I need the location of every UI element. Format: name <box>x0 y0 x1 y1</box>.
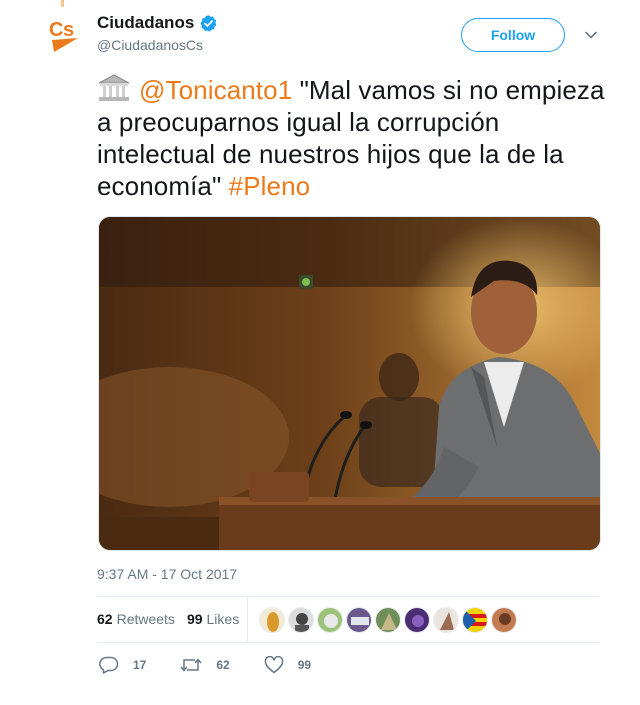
retweets-count: 62 <box>97 611 113 627</box>
user-identity[interactable]: Ciudadanos @CiudadanosCs <box>97 13 218 53</box>
classical-building-icon <box>98 74 130 101</box>
stats-separator <box>247 597 248 643</box>
retweet-icon <box>180 658 202 672</box>
thread-connector <box>61 0 64 7</box>
retweets-stat[interactable]: 62 Retweets <box>97 611 175 627</box>
tweet-stats: 62 Retweets 99 Likes <box>97 611 251 627</box>
liker-avatar[interactable] <box>259 607 285 633</box>
display-name[interactable]: Ciudadanos <box>97 13 194 33</box>
svg-text:s: s <box>63 19 74 41</box>
tweet-actions: 17 62 99 <box>99 656 345 674</box>
avatar[interactable]: C s <box>48 16 84 52</box>
chevron-down-icon[interactable] <box>584 28 598 42</box>
likes-stat[interactable]: 99 Likes <box>187 611 239 627</box>
parliament-speaker-photo-icon <box>99 217 600 550</box>
likes-count: 99 <box>186 611 203 627</box>
retweets-label: Retweets <box>116 611 175 627</box>
svg-text:C: C <box>49 19 63 41</box>
likes-label: Likes <box>206 611 240 627</box>
follow-button[interactable]: Follow <box>461 18 565 52</box>
like-button[interactable]: 99 <box>264 656 311 674</box>
tweet-timestamp[interactable]: 9:37 AM - 17 Oct 2017 <box>97 566 237 582</box>
reply-count: 17 <box>133 658 147 672</box>
hashtag-link[interactable]: #Pleno <box>229 171 311 201</box>
retweet-count: 62 <box>216 658 230 672</box>
liker-avatar[interactable] <box>346 607 372 633</box>
liker-avatar[interactable] <box>288 607 314 633</box>
liker-avatar[interactable] <box>491 607 517 633</box>
like-count: 99 <box>297 658 312 672</box>
liker-avatar[interactable] <box>404 607 430 633</box>
divider <box>97 642 600 643</box>
divider <box>97 596 600 597</box>
reply-icon <box>99 656 119 674</box>
tweet-photo[interactable] <box>98 216 601 551</box>
retweet-button[interactable]: 62 <box>180 656 230 674</box>
user-handle[interactable]: @CiudadanosCs <box>97 37 218 53</box>
liker-avatar[interactable] <box>433 607 459 633</box>
liker-avatar[interactable] <box>462 607 488 633</box>
heart-icon <box>264 656 283 674</box>
mention-link[interactable]: @Tonicanto1 <box>139 75 292 105</box>
reply-button[interactable]: 17 <box>99 656 146 674</box>
liker-avatar[interactable] <box>317 607 343 633</box>
tweet-text: @Tonicanto1 "Mal vamos si no empieza a p… <box>97 73 607 202</box>
liker-avatar[interactable] <box>375 607 401 633</box>
liker-avatars <box>259 607 520 633</box>
ciudadanos-logo-icon: C s <box>49 19 78 52</box>
verified-badge-icon <box>200 14 217 32</box>
